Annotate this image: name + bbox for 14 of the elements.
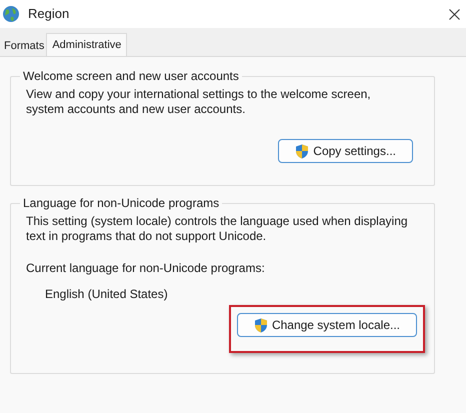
- tab[interactable]: Administrative: [46, 33, 128, 57]
- shield-icon: [254, 318, 268, 332]
- uac-button[interactable]: Change system locale...: [236, 313, 417, 337]
- group-description: View and copy your international settings to the welcome screen, system accounts and new user accounts.: [26, 87, 372, 117]
- current-language-label: Current language for non-Unicode programs:: [26, 260, 266, 277]
- window-title: Region: [28, 5, 70, 24]
- uac-button[interactable]: Copy settings...: [278, 139, 413, 163]
- globe-icon: [2, 5, 20, 23]
- current-language-value: English (United States): [45, 286, 169, 303]
- group-title: Welcome screen and new user accounts: [22, 68, 240, 85]
- close-icon[interactable]: [449, 8, 460, 20]
- shield-icon: [295, 144, 310, 158]
- group-title: Language for non-Unicode programs: [22, 195, 220, 212]
- group-description: This setting (system locale) controls the language used when displaying text in programs that do not support Unicode.: [26, 214, 409, 244]
